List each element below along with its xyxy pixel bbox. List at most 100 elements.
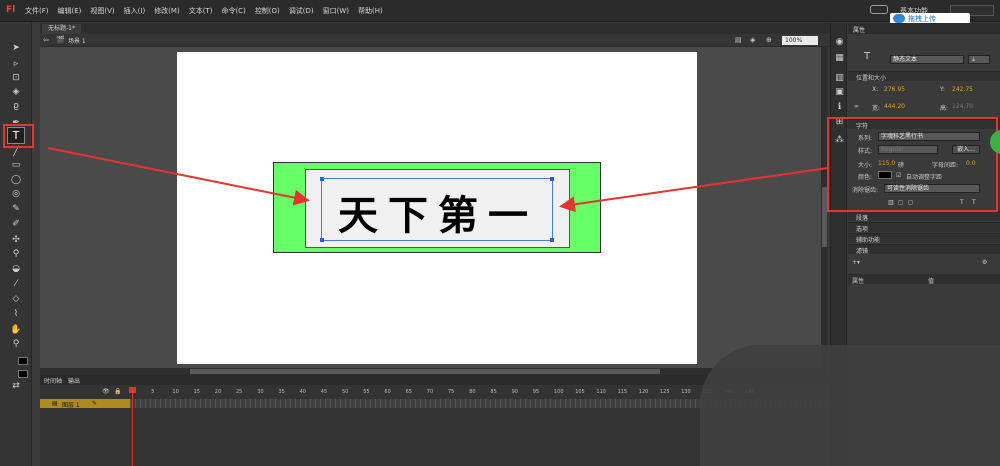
tab-timeline[interactable]: 时间轴: [44, 376, 62, 385]
hand-tool-icon[interactable]: ✋: [10, 325, 22, 336]
lasso-tool-icon[interactable]: ϱ: [10, 101, 22, 112]
oval-tool-icon[interactable]: ◯: [10, 175, 22, 186]
cloud-icon: [893, 14, 905, 23]
y-label: Y:: [940, 86, 945, 93]
menu-commands[interactable]: 命令(C): [221, 6, 245, 16]
frame-number: 95: [532, 389, 540, 395]
menu-file[interactable]: 文件(F): [25, 6, 49, 16]
zoom-select[interactable]: 100%: [782, 36, 818, 45]
scene-icon: 🎬: [56, 36, 65, 44]
menu-view[interactable]: 视图(V): [90, 6, 114, 16]
paragraph-header[interactable]: 段落: [848, 211, 1000, 222]
frame-number: 90: [511, 389, 518, 395]
menu-edit[interactable]: 编辑(E): [58, 6, 82, 16]
link-icon[interactable]: ∞: [854, 103, 859, 110]
document-tab[interactable]: 无标题-1*: [42, 24, 81, 34]
stage[interactable]: 天下第一: [177, 52, 697, 364]
orientation-select[interactable]: ⇣: [968, 55, 990, 64]
frame-number: 5: [151, 389, 155, 395]
workspace-toggle-icon[interactable]: [870, 5, 888, 14]
paint-bucket-tool-icon[interactable]: ◒: [10, 264, 22, 275]
h-label: 高:: [940, 105, 949, 112]
frame-number: 15: [193, 389, 200, 395]
subselection-tool-icon[interactable]: ▹: [10, 59, 22, 70]
color-wheel-icon[interactable]: ◉: [834, 37, 845, 48]
document-tabs: 无标题-1*: [40, 23, 830, 34]
layer-icon: ▤: [52, 400, 58, 407]
col-property: 属性: [852, 278, 865, 285]
edit-scene-icon[interactable]: ▤: [735, 36, 744, 44]
menu-modify[interactable]: 修改(M): [154, 6, 180, 16]
line-tool-icon[interactable]: ╱: [10, 147, 22, 158]
center-stage-icon[interactable]: ⊕: [766, 36, 775, 44]
eye-icon[interactable]: 👁: [102, 388, 110, 395]
text-field[interactable]: 天下第一: [320, 177, 554, 242]
deco-tool-icon[interactable]: ✣: [10, 235, 22, 246]
info-icon[interactable]: ℹ: [834, 102, 845, 113]
frame-number: 30: [257, 389, 264, 395]
w-value[interactable]: 444.20: [884, 103, 905, 110]
horizontal-scrollbar-thumb[interactable]: [190, 369, 660, 374]
frame-number: 100: [554, 389, 564, 395]
library-icon[interactable]: ▥: [834, 73, 845, 84]
pencil-tool-icon[interactable]: ✎: [10, 204, 22, 215]
menu-insert[interactable]: 插入(I): [124, 6, 146, 16]
position-size-header[interactable]: 位置和大小: [848, 71, 1000, 82]
free-transform-tool-icon[interactable]: ⊡: [10, 73, 22, 84]
3d-rotation-tool-icon[interactable]: ◈: [10, 87, 22, 98]
eraser-tool-icon[interactable]: ◇: [10, 294, 22, 305]
filter-gear-icon[interactable]: ⚙: [982, 259, 987, 266]
menu-window[interactable]: 窗口(W): [323, 6, 349, 16]
frame-number: 55: [363, 389, 370, 395]
brush-tool-icon[interactable]: ✐: [10, 219, 22, 230]
x-value[interactable]: 276.95: [884, 86, 905, 93]
zoom-tool-icon[interactable]: ⚲: [10, 339, 22, 350]
w-label: 宽:: [872, 105, 881, 112]
edit-symbol-icon[interactable]: ◈: [750, 36, 759, 44]
green-rectangle[interactable]: 天下第一: [273, 162, 601, 253]
options-header[interactable]: 选项: [848, 222, 1000, 233]
playhead[interactable]: [132, 387, 133, 466]
pen-layer-icon[interactable]: ✎: [92, 400, 97, 407]
accessibility-header[interactable]: 辅助功能: [848, 233, 1000, 244]
components-icon[interactable]: ▣: [834, 87, 845, 98]
frame-number: 45: [320, 389, 328, 395]
properties-title[interactable]: 属性: [848, 23, 1000, 34]
menu-help[interactable]: 帮助(H): [358, 6, 383, 16]
eyedropper-tool-icon[interactable]: ⁄: [10, 279, 22, 290]
filters-table-header: 属性 值: [848, 274, 1000, 285]
selection-tool-icon[interactable]: ➤: [10, 43, 22, 54]
lock-icon[interactable]: 🔒: [114, 388, 121, 395]
menu-text[interactable]: 文本(T): [189, 6, 213, 16]
frame-number: 50: [342, 389, 349, 395]
transform-handle[interactable]: [320, 177, 324, 181]
upload-label: 拖拽上传: [908, 15, 936, 23]
polystar-tool-icon[interactable]: ◎: [10, 189, 22, 200]
tab-output[interactable]: 输出: [68, 376, 80, 385]
filters-header[interactable]: 滤镜: [848, 244, 1000, 255]
app-logo: Fl: [6, 5, 16, 15]
rectangle-tool-icon[interactable]: ▭: [10, 160, 22, 171]
fill-color-swatch[interactable]: [18, 370, 28, 378]
bone-tool-icon[interactable]: ⚲: [10, 249, 22, 260]
width-tool-icon[interactable]: ⌇: [10, 309, 22, 320]
background-shadow: [700, 345, 1000, 466]
text-type-select[interactable]: 静态文本: [890, 55, 964, 64]
h-value[interactable]: 124.70: [952, 103, 973, 110]
back-arrow-icon[interactable]: ⇦: [43, 36, 52, 44]
layer-row[interactable]: ▤ 图层 1 ✎: [40, 399, 130, 409]
add-filter-icon[interactable]: +▾: [852, 259, 860, 266]
menu-items: 文件(F) 编辑(E) 视图(V) 插入(I) 修改(M) 文本(T) 命令(C…: [25, 6, 392, 16]
swatches-icon[interactable]: ▦: [834, 53, 845, 64]
frame-number: 110: [596, 389, 606, 395]
frame-number: 35: [278, 389, 285, 395]
text-tool-highlight: [3, 124, 34, 148]
stroke-color-swatch[interactable]: [18, 357, 28, 365]
menu-debug[interactable]: 调试(D): [289, 6, 314, 16]
transform-handle[interactable]: [550, 177, 554, 181]
layer-name: 图层 1: [62, 402, 80, 409]
inner-rectangle[interactable]: 天下第一: [305, 169, 570, 248]
menu-control[interactable]: 控制(O): [255, 6, 280, 16]
swap-colors-icon[interactable]: ⇄: [10, 381, 22, 392]
y-value[interactable]: 242.75: [952, 86, 973, 93]
